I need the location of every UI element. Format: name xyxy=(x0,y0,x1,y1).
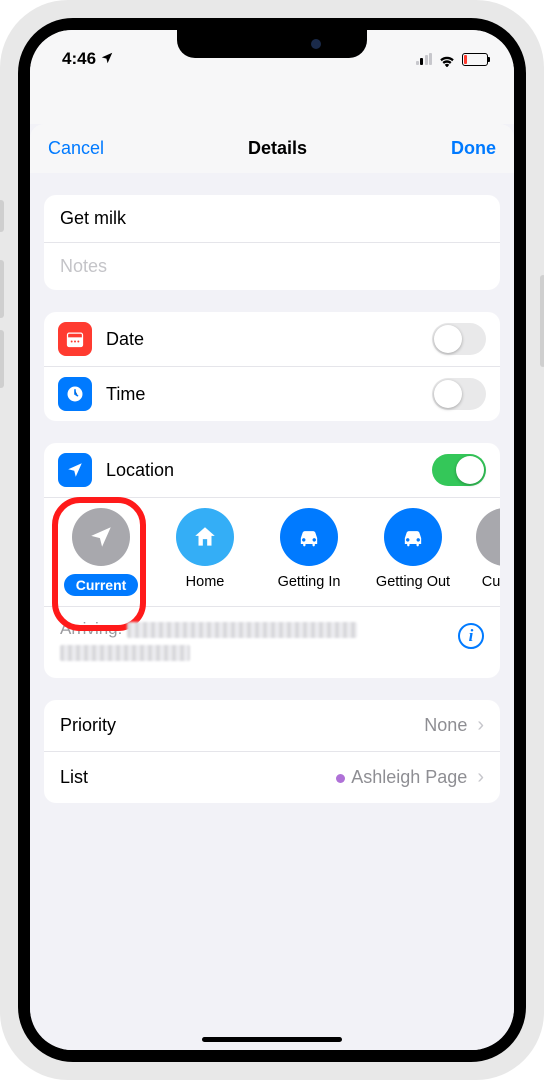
chevron-right-icon: › xyxy=(477,714,484,737)
time-toggle[interactable] xyxy=(432,378,486,410)
redacted-address-line2 xyxy=(60,645,190,661)
reminder-notes-input[interactable]: Notes xyxy=(44,243,500,290)
wifi-icon xyxy=(438,52,456,66)
location-label: Location xyxy=(106,460,418,481)
location-card: Location Current xyxy=(44,443,500,678)
arriving-row[interactable]: Arriving: i xyxy=(44,607,500,678)
home-indicator[interactable] xyxy=(202,1037,342,1042)
home-icon xyxy=(176,508,234,566)
chevron-right-icon: › xyxy=(477,766,484,789)
current-pill: Current xyxy=(64,574,139,596)
status-time: 4:46 xyxy=(62,49,96,69)
location-option-current[interactable]: Current xyxy=(60,508,142,596)
location-option-home[interactable]: Home xyxy=(164,508,246,596)
home-label: Home xyxy=(186,574,225,590)
location-row[interactable]: Location xyxy=(44,443,500,498)
reminder-title-input[interactable]: Get milk xyxy=(44,195,500,243)
arriving-label: Arriving: xyxy=(60,619,122,638)
list-value: Ashleigh Page xyxy=(336,767,467,788)
cellular-icon xyxy=(416,53,433,65)
time-label: Time xyxy=(106,384,418,405)
details-sheet: Cancel Details Done Get milk Notes xyxy=(30,124,514,1050)
sheet-backdrop xyxy=(30,74,514,124)
info-icon[interactable]: i xyxy=(458,623,484,649)
priority-value: None xyxy=(424,715,467,736)
location-options-scroller[interactable]: Current Home xyxy=(44,498,500,607)
location-option-getting-in[interactable]: Getting In xyxy=(268,508,350,596)
page-title: Details xyxy=(248,138,307,159)
title-notes-card: Get milk Notes xyxy=(44,195,500,290)
priority-list-card: Priority None › List Ashleigh Page › xyxy=(44,700,500,803)
list-color-dot xyxy=(336,774,345,783)
notch xyxy=(177,30,367,58)
car-icon xyxy=(280,508,338,566)
clock-icon xyxy=(58,377,92,411)
getting-out-label: Getting Out xyxy=(376,574,450,590)
custom-label: Cu xyxy=(482,574,500,590)
arrow-icon xyxy=(72,508,130,566)
battery-icon xyxy=(462,53,488,66)
car-icon xyxy=(384,508,442,566)
date-row[interactable]: Date xyxy=(44,312,500,367)
list-row[interactable]: List Ashleigh Page › xyxy=(44,752,500,803)
redacted-address-line1 xyxy=(127,622,357,638)
cancel-button[interactable]: Cancel xyxy=(48,138,104,159)
date-label: Date xyxy=(106,329,418,350)
location-services-icon xyxy=(100,51,114,68)
location-toggle[interactable] xyxy=(432,454,486,486)
list-label: List xyxy=(60,767,326,788)
location-option-custom[interactable]: Cu xyxy=(476,508,500,596)
ellipsis-icon xyxy=(476,508,500,566)
priority-label: Priority xyxy=(60,715,414,736)
priority-row[interactable]: Priority None › xyxy=(44,700,500,752)
location-option-getting-out[interactable]: Getting Out xyxy=(372,508,454,596)
nav-bar: Cancel Details Done xyxy=(30,124,514,173)
date-time-card: Date Time xyxy=(44,312,500,421)
date-toggle[interactable] xyxy=(432,323,486,355)
calendar-icon xyxy=(58,322,92,356)
time-row[interactable]: Time xyxy=(44,367,500,421)
location-icon xyxy=(58,453,92,487)
getting-in-label: Getting In xyxy=(278,574,341,590)
done-button[interactable]: Done xyxy=(451,138,496,159)
